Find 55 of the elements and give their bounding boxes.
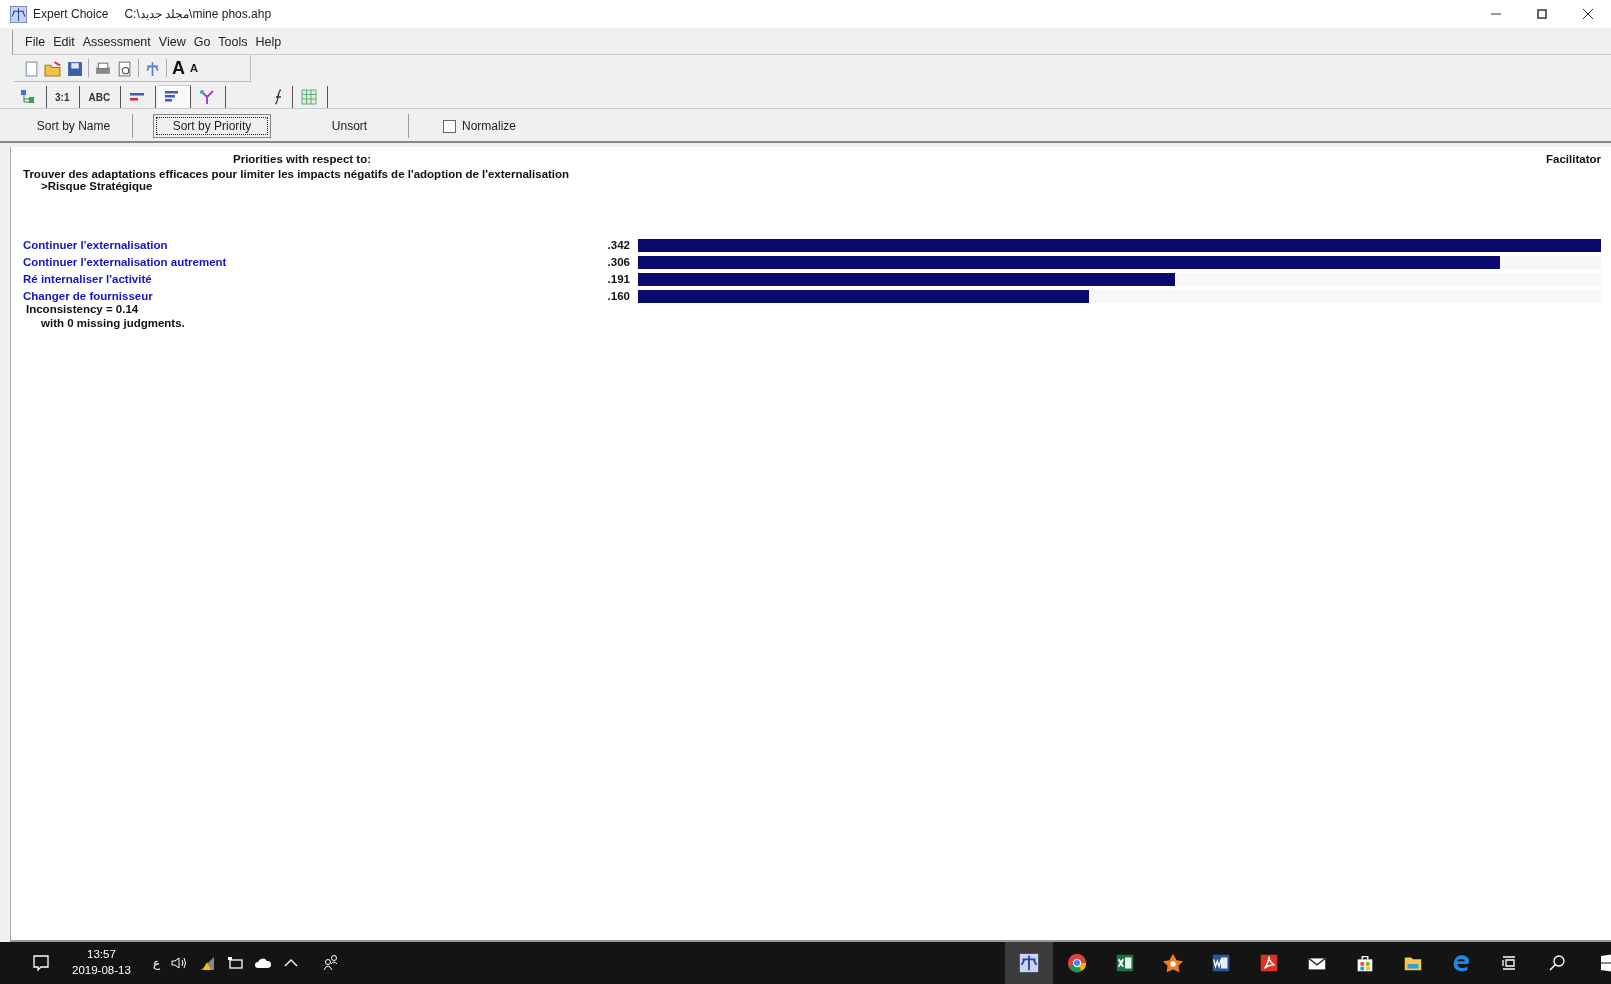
chrome-icon — [1066, 952, 1088, 974]
save-icon[interactable] — [66, 59, 83, 77]
menu-item[interactable]: Help — [251, 33, 286, 51]
task-view-icon[interactable] — [1500, 954, 1518, 972]
checkbox-label: Normalize — [462, 119, 516, 133]
expert-choice-icon — [1018, 952, 1040, 974]
alternative-name: Continuer l'externalisation — [23, 239, 169, 251]
close-icon[interactable] — [1582, 8, 1594, 20]
people-icon[interactable] — [321, 954, 340, 972]
taskbar-clock[interactable]: 13:57 2019-08-13 — [72, 947, 131, 979]
formula-icon — [274, 89, 283, 105]
priority-value: .342 — [606, 239, 631, 251]
action-center-icon[interactable] — [32, 954, 50, 972]
priority-value: .160 — [606, 290, 631, 302]
alternative-name: Ré internaliser l'activité — [23, 273, 153, 285]
alternative-name: Continuer l'externalisation autrement — [23, 256, 228, 268]
hierarchy-icon — [20, 89, 36, 105]
device-icon[interactable] — [225, 954, 244, 972]
alternative-name: Changer de fournisseur — [23, 290, 154, 302]
funnel-icon — [199, 89, 216, 105]
grid-icon — [301, 89, 318, 105]
excel-icon — [1114, 952, 1136, 974]
normalize-checkbox[interactable] — [443, 119, 456, 133]
menu-item[interactable]: Edit — [49, 33, 79, 51]
menu-item[interactable]: Assessment — [78, 33, 155, 51]
window-title: Expert Choice — [33, 7, 109, 21]
larger-font-button[interactable]: A — [172, 59, 185, 77]
taskbar-app[interactable] — [1005, 942, 1053, 984]
open-folder-icon[interactable] — [44, 59, 61, 77]
menu-item[interactable]: Tools — [214, 33, 252, 51]
menu-item[interactable]: File — [21, 33, 50, 51]
sort-button[interactable]: Sort by Priority — [153, 114, 271, 138]
node-path: >Risque Stratégique — [41, 180, 154, 192]
inconsistency-text: Inconsistency = 0.14 — [26, 303, 140, 315]
speaker-icon[interactable] — [169, 954, 188, 972]
missing-judgments-text: with 0 missing judgments. — [41, 317, 186, 329]
file-path: C:\مجلد جديد\mine phos.ahp — [124, 7, 272, 21]
app-icon — [10, 5, 27, 23]
report-heading: Priorities with respect to: — [233, 153, 372, 165]
role-label: Facilitator — [1546, 153, 1601, 165]
scale-icon[interactable] — [144, 59, 161, 77]
menu-item[interactable]: Go — [189, 33, 215, 51]
acrobat-icon — [1258, 952, 1280, 974]
maximize-icon[interactable] — [1536, 8, 1548, 20]
search-icon[interactable] — [1548, 954, 1566, 972]
goal-text: Trouver des adaptations efficaces pour limiter les impacts négatifs de l'adoption de l'externalisation — [23, 168, 571, 180]
menu-item[interactable]: View — [154, 33, 190, 51]
smaller-font-button[interactable]: A — [190, 62, 198, 74]
print-preview-icon[interactable] — [116, 59, 133, 77]
language-indicator[interactable]: ع — [152, 956, 160, 970]
sorted-bars-icon — [164, 89, 181, 105]
priority-value: .306 — [606, 256, 631, 268]
priority-value: .191 — [606, 273, 631, 285]
avast-icon — [1162, 952, 1184, 974]
word-icon — [1210, 952, 1232, 974]
